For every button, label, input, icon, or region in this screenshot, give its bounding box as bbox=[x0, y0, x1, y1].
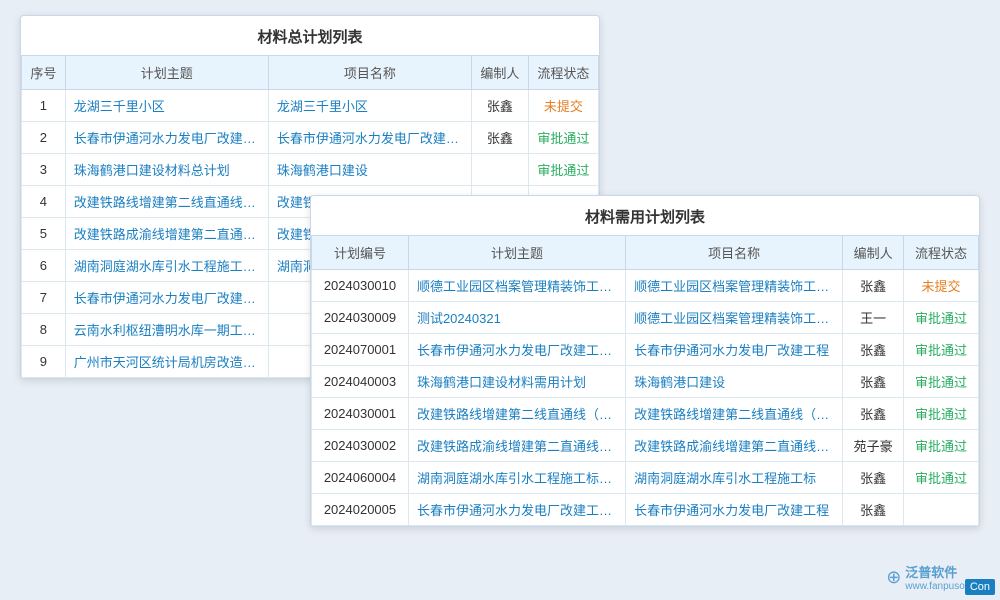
demand-plan-table: 材料需用计划列表 计划编号 计划主题 项目名称 编制人 流程状态 2024030… bbox=[310, 195, 980, 527]
col-project: 项目名称 bbox=[268, 56, 471, 90]
cell-theme[interactable]: 长春市伊通河水力发电厂改建工程合... bbox=[408, 334, 625, 366]
cell-editor: 张鑫 bbox=[471, 122, 528, 154]
demand-plan-header-row: 计划编号 计划主题 项目名称 编制人 流程状态 bbox=[312, 236, 979, 270]
cell-project[interactable]: 珠海鹤港口建设 bbox=[626, 366, 843, 398]
cell-id: 3 bbox=[22, 154, 66, 186]
cell-id: 5 bbox=[22, 218, 66, 250]
cell-code: 2024030002 bbox=[312, 430, 409, 462]
cell-theme[interactable]: 长春市伊通河水力发电厂改建工程合同材料... bbox=[65, 122, 268, 154]
cell-project[interactable]: 改建铁路成渝线增建第二直通线（成... bbox=[626, 430, 843, 462]
table-row[interactable]: 2024040003珠海鹤港口建设材料需用计划珠海鹤港口建设张鑫审批通过 bbox=[312, 366, 979, 398]
cell-id: 9 bbox=[22, 346, 66, 378]
cell-code: 2024060004 bbox=[312, 462, 409, 494]
cell-theme[interactable]: 测试20240321 bbox=[408, 302, 625, 334]
cell-editor: 苑子豪 bbox=[843, 430, 904, 462]
cell-editor: 张鑫 bbox=[843, 366, 904, 398]
table-row[interactable]: 1龙湖三千里小区龙湖三千里小区张鑫未提交 bbox=[22, 90, 599, 122]
demand-plan-data-table: 计划编号 计划主题 项目名称 编制人 流程状态 2024030010顺德工业园区… bbox=[311, 235, 979, 526]
con-badge[interactable]: Con bbox=[965, 579, 995, 595]
cell-theme[interactable]: 长春市伊通河水力发电厂改建工程材... bbox=[408, 494, 625, 526]
cell-status: 审批通过 bbox=[904, 334, 979, 366]
cell-theme[interactable]: 珠海鹤港口建设材料需用计划 bbox=[408, 366, 625, 398]
cell-id: 6 bbox=[22, 250, 66, 282]
col-status: 流程状态 bbox=[904, 236, 979, 270]
cell-code: 2024040003 bbox=[312, 366, 409, 398]
cell-id: 7 bbox=[22, 282, 66, 314]
table-row[interactable]: 3珠海鹤港口建设材料总计划珠海鹤港口建设 审批通过 bbox=[22, 154, 599, 186]
cell-project[interactable]: 长春市伊通河水力发电厂改建工程 bbox=[268, 122, 471, 154]
cell-project[interactable]: 顺德工业园区档案管理精装饰工程（... bbox=[626, 302, 843, 334]
cell-theme[interactable]: 湖南洞庭湖水库引水工程施工标材... bbox=[408, 462, 625, 494]
cell-id: 4 bbox=[22, 186, 66, 218]
col-status: 流程状态 bbox=[528, 56, 598, 90]
cell-status: 审批通过 bbox=[528, 154, 598, 186]
total-plan-header-row: 序号 计划主题 项目名称 编制人 流程状态 bbox=[22, 56, 599, 90]
cell-code: 2024030010 bbox=[312, 270, 409, 302]
cell-id: 1 bbox=[22, 90, 66, 122]
cell-theme[interactable]: 云南水利枢纽漕明水库一期工程施工标材料... bbox=[65, 314, 268, 346]
cell-editor bbox=[471, 154, 528, 186]
cell-project[interactable]: 顺德工业园区档案管理精装饰工程（... bbox=[626, 270, 843, 302]
cell-code: 2024030009 bbox=[312, 302, 409, 334]
cell-project[interactable]: 长春市伊通河水力发电厂改建工程 bbox=[626, 494, 843, 526]
cell-project[interactable]: 珠海鹤港口建设 bbox=[268, 154, 471, 186]
table-row[interactable]: 2024070001长春市伊通河水力发电厂改建工程合...长春市伊通河水力发电厂… bbox=[312, 334, 979, 366]
demand-plan-title: 材料需用计划列表 bbox=[311, 196, 979, 235]
col-editor: 编制人 bbox=[471, 56, 528, 90]
cell-editor: 张鑫 bbox=[471, 90, 528, 122]
cell-project[interactable]: 湖南洞庭湖水库引水工程施工标 bbox=[626, 462, 843, 494]
table-row[interactable]: 2024030001改建铁路线增建第二线直通线（成都...改建铁路线增建第二线直… bbox=[312, 398, 979, 430]
cell-status: 审批通过 bbox=[904, 366, 979, 398]
table-row[interactable]: 2024030002改建铁路成渝线增建第二直通线（成...改建铁路成渝线增建第二… bbox=[312, 430, 979, 462]
cell-status: 审批通过 bbox=[904, 398, 979, 430]
cell-theme[interactable]: 改建铁路成渝线增建第二直通线（成渝枢纽... bbox=[65, 218, 268, 250]
cell-project[interactable]: 长春市伊通河水力发电厂改建工程 bbox=[626, 334, 843, 366]
cell-status: 审批通过 bbox=[528, 122, 598, 154]
total-plan-title: 材料总计划列表 bbox=[21, 16, 599, 55]
cell-theme[interactable]: 改建铁路线增建第二线直通线（成都-西安）... bbox=[65, 186, 268, 218]
cell-status: 未提交 bbox=[904, 270, 979, 302]
cell-status: 审批通过 bbox=[904, 462, 979, 494]
cell-editor: 张鑫 bbox=[843, 270, 904, 302]
col-theme: 计划主题 bbox=[65, 56, 268, 90]
cell-status: 审批通过 bbox=[904, 302, 979, 334]
col-seq: 序号 bbox=[22, 56, 66, 90]
cell-theme[interactable]: 龙湖三千里小区 bbox=[65, 90, 268, 122]
cell-code: 2024020005 bbox=[312, 494, 409, 526]
col-project: 项目名称 bbox=[626, 236, 843, 270]
cell-id: 8 bbox=[22, 314, 66, 346]
cell-theme[interactable]: 改建铁路成渝线增建第二直通线（成... bbox=[408, 430, 625, 462]
cell-theme[interactable]: 湖南洞庭湖水库引水工程施工标材料总计划 bbox=[65, 250, 268, 282]
table-row[interactable]: 2024060004湖南洞庭湖水库引水工程施工标材...湖南洞庭湖水库引水工程施… bbox=[312, 462, 979, 494]
cell-editor: 张鑫 bbox=[843, 494, 904, 526]
cell-editor: 王一 bbox=[843, 302, 904, 334]
col-code: 计划编号 bbox=[312, 236, 409, 270]
table-row[interactable]: 2024030010顺德工业园区档案管理精装饰工程（...顺德工业园区档案管理精… bbox=[312, 270, 979, 302]
table-row[interactable]: 2长春市伊通河水力发电厂改建工程合同材料...长春市伊通河水力发电厂改建工程张鑫… bbox=[22, 122, 599, 154]
cell-theme[interactable]: 珠海鹤港口建设材料总计划 bbox=[65, 154, 268, 186]
cell-id: 2 bbox=[22, 122, 66, 154]
cell-theme[interactable]: 广州市天河区统计局机房改造项目材料总计划 bbox=[65, 346, 268, 378]
cell-status: 未提交 bbox=[528, 90, 598, 122]
col-theme: 计划主题 bbox=[408, 236, 625, 270]
cell-editor: 张鑫 bbox=[843, 334, 904, 366]
demand-plan-tbody: 2024030010顺德工业园区档案管理精装饰工程（...顺德工业园区档案管理精… bbox=[312, 270, 979, 526]
table-row[interactable]: 2024020005长春市伊通河水力发电厂改建工程材...长春市伊通河水力发电厂… bbox=[312, 494, 979, 526]
col-editor: 编制人 bbox=[843, 236, 904, 270]
cell-editor: 张鑫 bbox=[843, 462, 904, 494]
table-row[interactable]: 2024030009测试20240321顺德工业园区档案管理精装饰工程（...王… bbox=[312, 302, 979, 334]
cell-code: 2024030001 bbox=[312, 398, 409, 430]
cell-status: 审批通过 bbox=[904, 430, 979, 462]
cell-project[interactable]: 龙湖三千里小区 bbox=[268, 90, 471, 122]
cell-theme[interactable]: 改建铁路线增建第二线直通线（成都... bbox=[408, 398, 625, 430]
cell-code: 2024070001 bbox=[312, 334, 409, 366]
cell-status bbox=[904, 494, 979, 526]
cell-project[interactable]: 改建铁路线增建第二线直通线（成都... bbox=[626, 398, 843, 430]
cell-theme[interactable]: 长春市伊通河水力发电厂改建工程材料总计划 bbox=[65, 282, 268, 314]
cell-editor: 张鑫 bbox=[843, 398, 904, 430]
cell-theme[interactable]: 顺德工业园区档案管理精装饰工程（... bbox=[408, 270, 625, 302]
